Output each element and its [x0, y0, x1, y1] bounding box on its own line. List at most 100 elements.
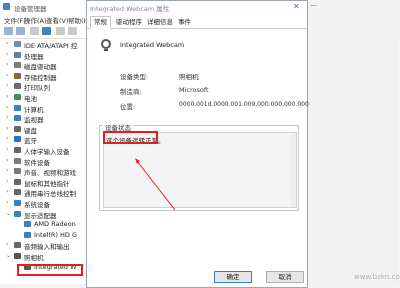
annotation-arrow [135, 158, 176, 211]
device-tree: › IDE ATA/ATAPI 控 › 处理器 › 磁盘驱动器 › 存储控制器 › 打印队列 › 电池… [0, 39, 85, 284]
tree-item[interactable]: › 音频输入和输出 [0, 240, 85, 252]
chevron-right-icon[interactable]: › [6, 72, 8, 79]
tree-item[interactable]: › 处理器 [0, 50, 85, 61]
device-icon [14, 51, 21, 58]
tree-item-label: 通用串行总线控制 [24, 190, 76, 199]
device-icon [24, 221, 31, 228]
cancel-button[interactable]: 取消 [266, 271, 304, 283]
device-icon [14, 242, 21, 249]
chevron-right-icon[interactable]: › [6, 157, 8, 164]
tree-item-label: Intel(R) HD G [34, 230, 78, 239]
tree-item[interactable]: › 系统设备 [0, 198, 85, 209]
properties-dialog: Integrated Webcam 属性 ✕ 常规 驱动程序 详细信息 事件 I… [86, 0, 309, 288]
chevron-right-icon[interactable]: › [6, 199, 8, 206]
tree-item-label: 音频输入和输出 [24, 243, 70, 252]
tree-item[interactable]: › 计算机 [0, 103, 85, 114]
device-icon [14, 157, 21, 164]
tree-item[interactable]: ⌄ 显示适配器 [0, 209, 85, 220]
tree-item-label: 磁盘驱动器 [24, 63, 57, 72]
tree-item[interactable]: › 磁盘驱动器 [0, 60, 85, 72]
device-icon [14, 115, 21, 122]
tree-item-label: 蓝牙 [24, 137, 37, 146]
chevron-right-icon[interactable]: › [6, 114, 8, 121]
chevron-right-icon[interactable]: › [6, 40, 8, 47]
chevron-right-icon[interactable]: › [6, 82, 8, 89]
background-window-area [308, 0, 400, 288]
chevron-right-icon[interactable]: › [6, 93, 8, 100]
device-icon [14, 178, 21, 185]
tree-item[interactable]: › 打印队列 [0, 81, 85, 93]
chevron-right-icon[interactable]: › [6, 51, 8, 58]
tree-item[interactable]: › 键盘 [0, 124, 85, 135]
chevron-right-icon[interactable]: › [6, 125, 8, 132]
monitor-icon[interactable] [68, 27, 77, 35]
tree-item-label: 人体学输入设备 [24, 148, 70, 156]
tree-item[interactable]: › IDE ATA/ATAPI 控 [0, 39, 85, 50]
tree-item[interactable]: › 声音、视频和游戏 [0, 166, 85, 178]
tree-item[interactable]: › 人体学输入设备 [0, 145, 85, 156]
device-icon [14, 72, 21, 79]
forward-icon[interactable] [16, 27, 25, 35]
tree-item[interactable]: ⌄ 照相机 [0, 251, 85, 262]
device-icon [14, 210, 21, 217]
chevron-down-icon[interactable]: ⌄ [6, 210, 11, 217]
tree-item-label: IDE ATA/ATAPI 控 [24, 42, 78, 50]
tree-item[interactable]: Intel(R) HD G [0, 230, 85, 240]
tree-item[interactable]: › 鼠标和其他指针 [0, 177, 85, 188]
chevron-right-icon[interactable]: › [6, 61, 8, 68]
device-manager-icon [3, 3, 10, 10]
device-icon [14, 83, 21, 90]
tree-item[interactable]: › 电池 [0, 92, 85, 103]
tree-item-label: 显示适配器 [24, 211, 57, 220]
back-icon[interactable] [4, 27, 13, 35]
device-icon [14, 94, 21, 100]
chevron-right-icon[interactable]: › [6, 135, 8, 142]
tree-item[interactable]: › 存储控制器 [0, 71, 85, 82]
tree-item[interactable]: › 监视器 [0, 113, 85, 125]
chevron-right-icon[interactable]: › [6, 241, 8, 248]
selected-device-highlight [17, 264, 83, 276]
chevron-right-icon[interactable]: › [6, 178, 8, 185]
chevron-right-icon[interactable]: › [6, 167, 8, 174]
device-icon [14, 125, 21, 132]
device-icon [14, 168, 21, 175]
tree-item[interactable]: › 蓝牙 [0, 134, 85, 146]
scan-icon[interactable] [56, 27, 65, 35]
device-icon [14, 62, 21, 69]
chevron-right-icon[interactable]: › [6, 104, 8, 111]
ok-button[interactable]: 确定 [214, 271, 252, 283]
device-icon [14, 253, 21, 259]
tree-item-label: 计算机 [24, 105, 44, 114]
tree-item-label: 处理器 [24, 52, 44, 61]
tree-item-label: 打印队列 [24, 84, 50, 93]
tree-item-label: 软件设备 [24, 158, 50, 167]
chevron-right-icon[interactable]: › [6, 146, 8, 153]
tree-item-label: AMD Radeon [34, 220, 76, 229]
tree-item-label: 存储控制器 [24, 73, 57, 82]
tree-item-label: 鼠标和其他指针 [24, 179, 70, 188]
tree-item[interactable]: › 软件设备 [0, 156, 85, 167]
tree-item-label: 监视器 [24, 116, 44, 125]
tree-item-label: 电池 [24, 95, 37, 103]
tree-item-label: 声音、视频和游戏 [24, 169, 76, 178]
device-manager-title: 设备管理器 [14, 5, 47, 13]
tree-item-label: 照相机 [24, 254, 44, 262]
main-scrollbar[interactable] [392, 39, 398, 284]
device-icon [14, 41, 21, 47]
window-controls[interactable]: — [310, 1, 317, 9]
properties-icon[interactable] [30, 27, 39, 35]
device-icon [14, 200, 21, 206]
device-icon [14, 147, 21, 153]
device-icon [24, 231, 31, 238]
tree-item-label: 系统设备 [24, 201, 50, 209]
device-icon [14, 104, 21, 111]
help-icon[interactable] [42, 27, 51, 35]
device-icon [14, 189, 21, 196]
chevron-down-icon[interactable]: ⌄ [6, 252, 11, 259]
chevron-right-icon[interactable]: › [6, 188, 8, 195]
watermark: www.bzkn.com [354, 273, 400, 281]
tree-item-label: 键盘 [24, 126, 37, 135]
tree-item[interactable]: › 通用串行总线控制 [0, 187, 85, 199]
tree-item[interactable]: AMD Radeon [0, 219, 85, 229]
device-icon [14, 136, 21, 143]
